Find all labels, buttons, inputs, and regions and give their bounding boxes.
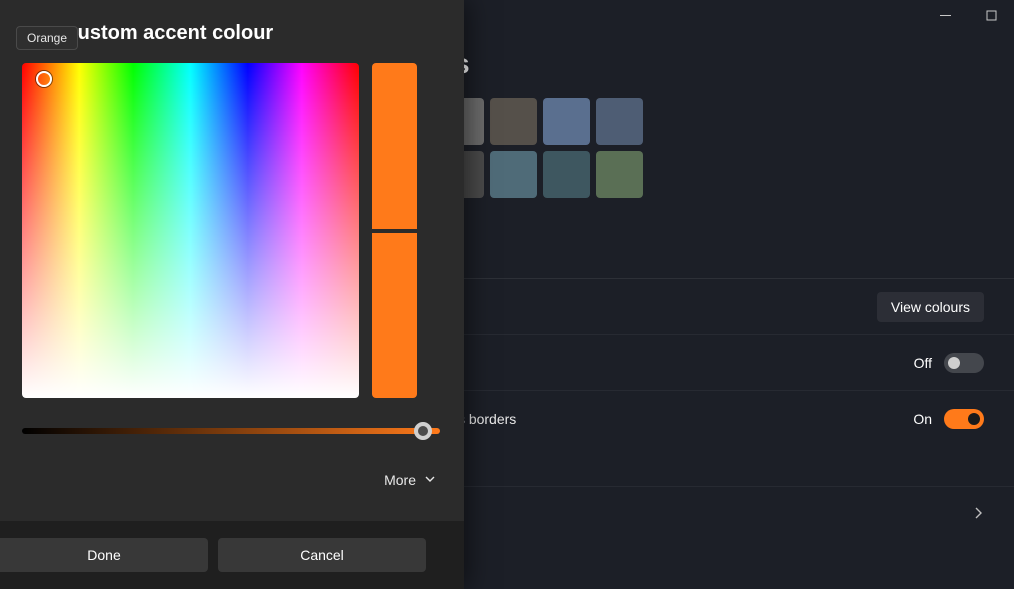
- colour-swatch[interactable]: [596, 98, 643, 145]
- done-button[interactable]: Done: [0, 538, 208, 572]
- accent-title-borders-row: and windows borders On: [384, 390, 1014, 446]
- value-slider[interactable]: [22, 428, 440, 434]
- custom-accent-colour-dialog: se a custom accent colour Orange More: [0, 0, 464, 589]
- accent-start-taskbar-row: taskbar Off: [384, 334, 1014, 390]
- spectrum-cursor[interactable]: [36, 71, 52, 87]
- accent-borders-toggle[interactable]: [944, 409, 984, 429]
- toggle-state-label: On: [913, 411, 932, 427]
- chevron-down-icon: [424, 472, 436, 488]
- cancel-button[interactable]: Cancel: [218, 538, 426, 572]
- colour-swatch[interactable]: [596, 151, 643, 198]
- page-title: olours: [384, 48, 1014, 80]
- dialog-title: se a custom accent colour: [22, 22, 440, 45]
- window-maximize-button[interactable]: [968, 0, 1014, 30]
- colour-spectrum-picker[interactable]: [22, 63, 359, 398]
- toggle-state-label: Off: [914, 355, 932, 371]
- value-slider-thumb[interactable]: [414, 422, 432, 440]
- colour-swatch[interactable]: [543, 98, 590, 145]
- colour-swatch[interactable]: [490, 151, 537, 198]
- window-minimize-button[interactable]: [922, 0, 968, 30]
- accent-taskbar-toggle[interactable]: [944, 353, 984, 373]
- settings-colours-page: olours: [384, 48, 1014, 198]
- colour-swatch[interactable]: [490, 98, 537, 145]
- more-label: More: [384, 472, 416, 488]
- view-colours-button[interactable]: View colours: [877, 292, 984, 322]
- contrast-themes-row[interactable]: nsitivity: [384, 486, 1014, 542]
- colour-swatch[interactable]: [543, 151, 590, 198]
- colour-name-tooltip: Orange: [16, 26, 78, 50]
- colour-preview-top: [372, 63, 417, 229]
- chevron-right-icon: [972, 506, 984, 524]
- custom-colours-row: View colours: [384, 278, 1014, 334]
- more-toggle[interactable]: More: [22, 472, 440, 488]
- colour-preview-bottom: [372, 233, 417, 399]
